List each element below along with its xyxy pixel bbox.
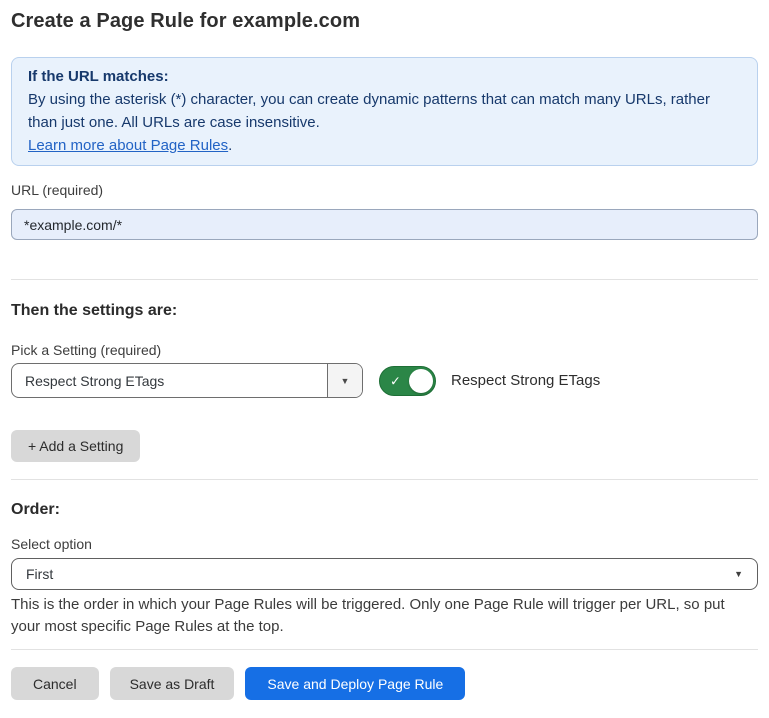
respect-strong-etags-toggle[interactable]: ✓ [379, 366, 436, 396]
chevron-down-icon[interactable]: ▼ [327, 364, 362, 397]
divider [11, 279, 758, 280]
setting-select[interactable]: Respect Strong ETags ▼ [11, 363, 363, 398]
info-box-body: By using the asterisk (*) character, you… [28, 88, 741, 134]
order-section-heading: Order: [11, 500, 758, 520]
info-box-heading: If the URL matches: [28, 65, 741, 88]
url-match-info-box: If the URL matches: By using the asteris… [11, 57, 758, 166]
link-suffix: . [228, 137, 232, 154]
setting-row: Respect Strong ETags ▼ ✓ Respect Strong … [11, 363, 758, 398]
chevron-down-icon: ▼ [734, 569, 743, 579]
add-setting-button[interactable]: + Add a Setting [11, 430, 140, 462]
url-field-label: URL (required) [11, 181, 758, 199]
toggle-label: Respect Strong ETags [451, 372, 600, 389]
toggle-knob [409, 369, 433, 393]
page-title: Create a Page Rule for example.com [11, 8, 758, 34]
order-help-text: This is the order in which your Page Rul… [11, 594, 758, 638]
learn-more-link[interactable]: Learn more about Page Rules [28, 137, 228, 154]
info-box-link-line: Learn more about Page Rules. [28, 134, 741, 157]
check-icon: ✓ [390, 374, 401, 387]
order-select[interactable]: First ▼ [11, 558, 758, 590]
save-as-draft-button[interactable]: Save as Draft [110, 667, 235, 700]
footer-actions: Cancel Save as Draft Save and Deploy Pag… [11, 667, 758, 700]
pick-setting-label: Pick a Setting (required) [11, 341, 758, 359]
url-input[interactable] [11, 209, 758, 240]
cancel-button[interactable]: Cancel [11, 667, 99, 700]
save-and-deploy-button[interactable]: Save and Deploy Page Rule [245, 667, 465, 700]
setting-select-value: Respect Strong ETags [12, 364, 327, 397]
order-select-value: First [26, 566, 734, 582]
order-select-label: Select option [11, 535, 758, 553]
divider [11, 479, 758, 480]
settings-section-heading: Then the settings are: [11, 301, 758, 321]
divider [11, 649, 758, 650]
